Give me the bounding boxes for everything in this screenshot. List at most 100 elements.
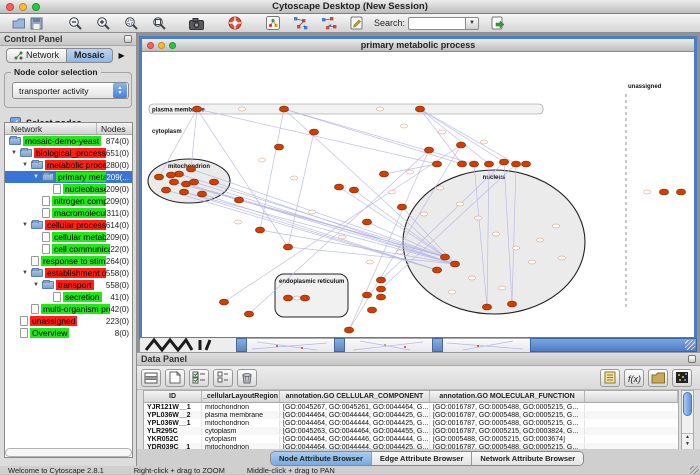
tree-row[interactable]: Overview8(0) <box>5 327 132 339</box>
scrollbar-arrows-icon[interactable]: ▲▼ <box>682 433 693 449</box>
disclosure-arrow-icon[interactable]: ▼ <box>22 162 31 168</box>
table-row[interactable]: YKR052Ccytoplasm[GO:0044464, GO:0044446,… <box>144 435 678 443</box>
select-attributes-icon[interactable] <box>189 369 209 387</box>
attribute-select-icon[interactable] <box>141 369 161 387</box>
network-node[interactable] <box>376 277 385 283</box>
network-node[interactable] <box>469 161 478 167</box>
tree-row[interactable]: unassigned223(0) <box>5 315 132 327</box>
unselect-attributes-icon[interactable] <box>213 369 233 387</box>
tree-column-nodes[interactable]: Nodes <box>96 123 132 134</box>
matrix-view-icon[interactable] <box>672 369 692 387</box>
tree-row[interactable]: ▼metabolic process280(0) <box>5 159 132 171</box>
network-node[interactable] <box>283 244 292 250</box>
network-node[interactable] <box>334 184 343 190</box>
apply-layout-icon[interactable] <box>320 15 338 31</box>
network-node[interactable] <box>482 304 491 310</box>
network-node[interactable] <box>300 295 309 301</box>
network-node[interactable] <box>349 187 358 193</box>
float-panel-icon[interactable] <box>124 35 132 43</box>
open-session-icon[interactable] <box>10 15 28 31</box>
help-icon[interactable] <box>226 15 244 31</box>
network-node[interactable] <box>244 311 253 317</box>
tree-row[interactable]: macromolecule311(0) <box>5 207 132 219</box>
region-nucleus[interactable] <box>403 170 585 314</box>
network-node[interactable] <box>192 106 201 112</box>
search-input[interactable] <box>408 17 466 30</box>
column-id[interactable]: ID <box>144 391 202 402</box>
disclosure-arrow-icon[interactable]: ▼ <box>22 222 31 228</box>
window-titlebar[interactable]: Cytoscape Desktop (New Session) <box>0 0 700 14</box>
tree-row[interactable]: cellular metabol209(0) <box>5 231 132 243</box>
import-network-icon[interactable] <box>489 15 507 31</box>
focused-frame-bottom-border[interactable] <box>530 338 697 352</box>
import-attributes-icon[interactable] <box>648 369 668 387</box>
tree-row[interactable]: nucleobase-209(0) <box>5 183 132 195</box>
disclosure-arrow-icon[interactable]: ▼ <box>22 270 31 276</box>
network-frame-titlebar[interactable]: primary metabolic process <box>142 39 694 52</box>
table-row[interactable]: YJR121W__1mitochondrion[GO:0045267, GO:0… <box>144 403 678 411</box>
table-row[interactable]: YPL036W__2plasma membrane[GO:0044464, GO… <box>144 411 678 419</box>
network-node[interactable] <box>274 144 283 150</box>
network-node[interactable] <box>209 179 218 185</box>
network-node[interactable] <box>344 327 353 333</box>
tab-mosaic[interactable]: Mosaic <box>67 48 113 63</box>
column-cellular-component[interactable]: annotation.GO CELLULAR_COMPONENT <box>280 391 430 402</box>
network-node[interactable] <box>234 197 243 203</box>
network-node[interactable] <box>362 219 371 225</box>
zoom-selected-icon[interactable] <box>122 15 140 31</box>
network-view-frame[interactable]: primary metabolic process plasma membran… <box>139 36 697 340</box>
disclosure-arrow-icon[interactable]: ▼ <box>33 174 42 180</box>
network-node[interactable] <box>154 174 163 180</box>
network-node[interactable] <box>507 301 516 307</box>
network-node[interactable] <box>456 142 465 148</box>
network-node[interactable] <box>424 147 433 153</box>
network-node[interactable] <box>279 106 288 112</box>
tab-network-attribute-browser[interactable]: Network Attribute Browser <box>472 452 583 465</box>
vizmapper-icon[interactable] <box>264 15 282 31</box>
tree-row[interactable]: multi-organism pro42(0) <box>5 303 132 315</box>
tree-horizontal-scrollbar[interactable] <box>5 448 132 457</box>
network-node[interactable] <box>415 106 424 112</box>
network-node[interactable] <box>197 191 206 197</box>
network-node[interactable] <box>309 129 318 135</box>
tree-column-network[interactable]: Network <box>5 123 42 134</box>
new-attribute-icon[interactable] <box>165 369 185 387</box>
network-node[interactable] <box>169 179 178 185</box>
tab-edge-attribute-browser[interactable]: Edge Attribute Browser <box>372 452 472 465</box>
network-canvas[interactable]: plasma membranecytoplasmmitochondrionnuc… <box>142 52 694 337</box>
network-node[interactable] <box>174 171 183 177</box>
search-dropdown-arrow-icon[interactable]: ▼ <box>466 17 479 30</box>
tree-row[interactable]: response to stimulu264(0) <box>5 255 132 267</box>
network-node[interactable] <box>376 286 385 292</box>
table-row[interactable]: YLR295Ccytoplasm[GO:0045263, GO:0044464,… <box>144 427 678 435</box>
network-node[interactable] <box>484 161 493 167</box>
tree-row[interactable]: ▼primary metabo209(... <box>5 171 132 183</box>
tree-row[interactable]: ▼transport558(0) <box>5 279 132 291</box>
delete-attribute-icon[interactable] <box>237 369 257 387</box>
disclosure-arrow-icon[interactable]: ▼ <box>33 282 42 288</box>
disclosure-arrow-icon[interactable]: ▼ <box>11 150 20 156</box>
column-region[interactable]: _cellularLayoutRegion <box>202 391 280 402</box>
network-node[interactable] <box>499 159 508 165</box>
network-node[interactable] <box>362 292 371 298</box>
network-node[interactable] <box>219 299 228 305</box>
network-node[interactable] <box>659 189 668 195</box>
tree-row[interactable]: secretion41(0) <box>5 291 132 303</box>
network-node[interactable] <box>367 307 376 313</box>
background-window-overview[interactable] <box>140 338 236 352</box>
network-node[interactable] <box>166 172 175 178</box>
background-window-fragment[interactable] <box>443 338 530 352</box>
network-node[interactable] <box>511 161 520 167</box>
network-node[interactable] <box>457 161 466 167</box>
table-vertical-scrollbar[interactable]: ▲▼ <box>681 390 694 450</box>
network-node[interactable] <box>432 267 441 273</box>
zoom-in-icon[interactable] <box>94 15 112 31</box>
network-node[interactable] <box>283 295 292 301</box>
more-tabs-arrow-icon[interactable]: ▶ <box>119 51 125 60</box>
network-node[interactable] <box>440 254 449 260</box>
layout-network-icon[interactable] <box>292 15 310 31</box>
attribute-editor-icon[interactable] <box>600 369 620 387</box>
save-session-icon[interactable] <box>28 15 46 31</box>
network-graph[interactable]: plasma membranecytoplasmmitochondrionnuc… <box>142 52 694 337</box>
network-node[interactable] <box>189 179 198 185</box>
